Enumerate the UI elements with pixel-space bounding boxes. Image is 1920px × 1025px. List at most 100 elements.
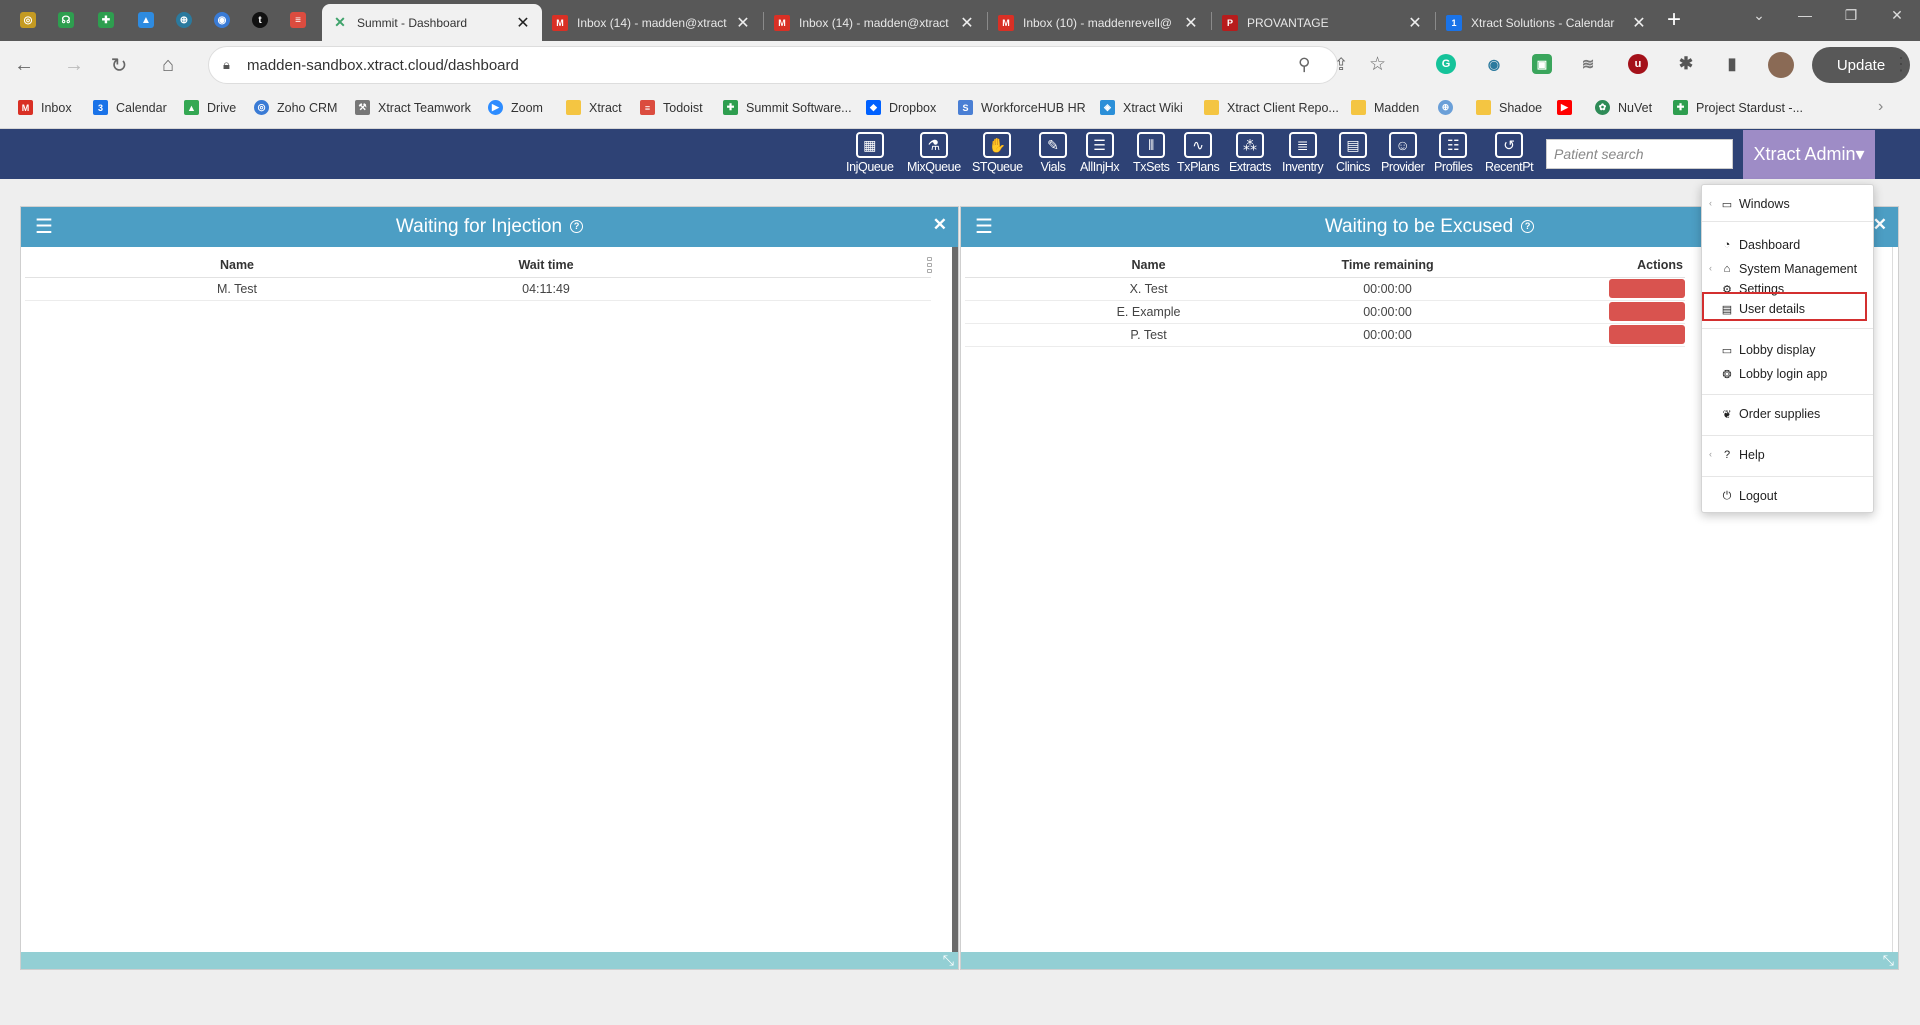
bookmark-item[interactable]: Xtract Client Repo... [1204,100,1339,115]
help-icon[interactable]: ? [1521,220,1535,233]
column-header[interactable]: Time remaining [1332,253,1443,278]
ublock-icon[interactable]: u [1628,54,1648,74]
menu-item-system-management[interactable]: ‹ ⌂ System Management [1702,257,1873,281]
zoom-icon[interactable]: ⚲ [1298,55,1310,75]
tab-calendar[interactable]: 1 Xtract Solutions - Calendar ✕ [1436,4,1658,41]
forward-icon[interactable]: → [60,51,88,79]
help-icon[interactable]: ? [570,220,584,233]
pinned-tab-7[interactable]: t [248,8,272,32]
nav-extracts[interactable]: ⁂ Extracts [1229,132,1271,178]
admin-menu-button[interactable]: Xtract Admin ▾ [1743,130,1875,179]
close-icon[interactable]: ✕ [1873,215,1887,235]
puzzle-icon[interactable]: ✱ [1676,54,1696,74]
resize-icon[interactable]: ⤡ [943,952,954,969]
nav-profiles[interactable]: ☷ Profiles [1434,132,1473,178]
scrollbar[interactable] [952,247,958,952]
address-bar[interactable]: 🔒︎ madden-sandbox.xtract.cloud/dashboard… [208,46,1386,84]
bookmark-item[interactable]: Madden [1351,100,1419,115]
bookmark-item[interactable]: ▶ [1557,100,1580,115]
nav-stqueue[interactable]: ✋ STQueue [972,132,1023,178]
column-header[interactable]: Name [25,253,449,278]
column-menu-icon[interactable] [927,257,933,273]
table-row[interactable]: X. Test 00:00:00 [965,277,1685,301]
close-icon[interactable]: ✕ [958,13,976,33]
extension-icon[interactable]: ▣ [1532,54,1552,74]
side-panel-icon[interactable]: ▮ [1722,54,1742,74]
bookmark-item[interactable]: ⊕ [1438,100,1461,115]
menu-item-dashboard[interactable]: ◔ Dashboard [1702,233,1873,257]
nav-mixqueue[interactable]: ⚗ MixQueue [907,132,961,178]
bookmark-item[interactable]: S WorkforceHUB HR [958,100,1086,115]
bookmark-item[interactable]: ✿ NuVet [1595,100,1652,115]
chevron-right-icon[interactable]: › [1878,98,1883,116]
close-icon[interactable]: ✕ [933,215,947,235]
pinned-tab-3[interactable]: ✚ [94,8,118,32]
close-icon[interactable]: ✕ [514,13,532,33]
scrollbar[interactable] [1892,247,1898,952]
bookmark-item[interactable]: ▶ Zoom [488,100,543,115]
column-header[interactable]: Wait time [449,253,643,278]
tab-inbox-1[interactable]: M Inbox (14) - madden@xtract ✕ [542,4,762,41]
pinned-tab-4[interactable]: ▲ [134,8,158,32]
resize-icon[interactable]: ⤡ [1883,952,1894,969]
close-icon[interactable]: ✕ [1630,13,1648,33]
tab-provantage[interactable]: P PROVANTAGE ✕ [1212,4,1434,41]
reload-icon[interactable]: ↻ [105,51,133,79]
table-row[interactable]: E. Example 00:00:00 [965,300,1685,324]
bookmark-item[interactable]: Xtract [566,100,622,115]
bookmark-item[interactable]: ✚ Project Stardust -... [1673,100,1803,115]
bookmark-item[interactable]: ✚ Summit Software... [723,100,852,115]
patient-search-input[interactable] [1546,139,1733,169]
nav-vials[interactable]: ✎ Vials [1039,132,1067,178]
tab-summit-dashboard[interactable]: ✕ Summit - Dashboard ✕ [322,4,542,41]
new-tab-button[interactable]: + [1660,7,1688,35]
profile-avatar[interactable] [1768,52,1794,78]
excuse-action-button[interactable] [1608,279,1685,298]
pinned-tab-2[interactable]: ☊ [54,8,78,32]
restore-icon[interactable]: ❐ [1828,0,1874,30]
pinned-tab-1[interactable]: ◎ [16,8,40,32]
pinned-tab-5[interactable]: ⊕ [172,8,196,32]
menu-item-logout[interactable]: ⏻ Logout [1702,484,1873,508]
minimize-icon[interactable]: — [1782,0,1828,30]
bookmark-item[interactable]: ◎ Zoho CRM [254,100,337,115]
bookmark-star-icon[interactable]: ☆ [1369,53,1386,76]
menu-item-lobby-display[interactable]: ▭ Lobby display [1702,338,1873,362]
nav-recentpt[interactable]: ↺ RecentPt [1485,132,1534,178]
grammarly-icon[interactable]: G [1436,54,1456,74]
tab-inbox-2[interactable]: M Inbox (14) - madden@xtract ✕ [764,4,986,41]
window-close-icon[interactable]: ✕ [1874,0,1920,30]
bookmark-item[interactable]: ▲ Drive [184,100,236,115]
bookmark-item[interactable]: Shadoe [1476,100,1542,115]
column-header[interactable]: Actions [1442,253,1685,278]
menu-item-help[interactable]: ‹? Help [1702,443,1873,467]
nav-injqueue[interactable]: ▦ InjQueue [846,132,894,178]
bookmark-item[interactable]: 3 Calendar [93,100,167,115]
tab-search-icon[interactable]: ⌄ [1736,0,1782,30]
table-row[interactable]: M. Test 04:11:49 [25,277,931,301]
nav-allinjhx[interactable]: ☰ AllInjHx [1080,132,1120,178]
pinned-tab-6[interactable]: ◉ [210,8,234,32]
nav-txsets[interactable]: ⫴ TxSets [1133,132,1170,178]
menu-item-order-supplies[interactable]: ❦ Order supplies [1702,402,1873,426]
back-icon[interactable]: ← [10,51,38,79]
close-icon[interactable]: ✕ [1406,13,1424,33]
nav-provider[interactable]: ☺ Provider [1381,132,1425,178]
bookmark-item[interactable]: M Inbox [18,100,72,115]
bookmark-item[interactable]: ⚒ Xtract Teamwork [355,100,471,115]
excuse-action-button[interactable] [1608,325,1685,344]
eye-extension-icon[interactable]: ◉ [1484,54,1504,74]
nav-txplans[interactable]: ∿ TxPlans [1177,132,1220,178]
browser-menu-icon[interactable]: ⋮ [1892,54,1910,75]
nav-inventry[interactable]: ≣ Inventry [1282,132,1324,178]
excuse-action-button[interactable] [1608,302,1685,321]
nav-clinics[interactable]: ▤ Clinics [1336,132,1370,178]
close-icon[interactable]: ✕ [1182,13,1200,33]
bookmark-item[interactable]: ◆ Dropbox [866,100,936,115]
home-icon[interactable]: ⌂ [154,51,182,79]
pinned-tab-8[interactable]: ≡ [286,8,310,32]
close-icon[interactable]: ✕ [734,13,752,33]
menu-item-windows[interactable]: ‹ ▭ Windows [1702,192,1873,216]
menu-item-lobby-login-app[interactable]: ❂ Lobby login app [1702,362,1873,386]
share-icon[interactable]: ⇪ [1334,55,1348,75]
